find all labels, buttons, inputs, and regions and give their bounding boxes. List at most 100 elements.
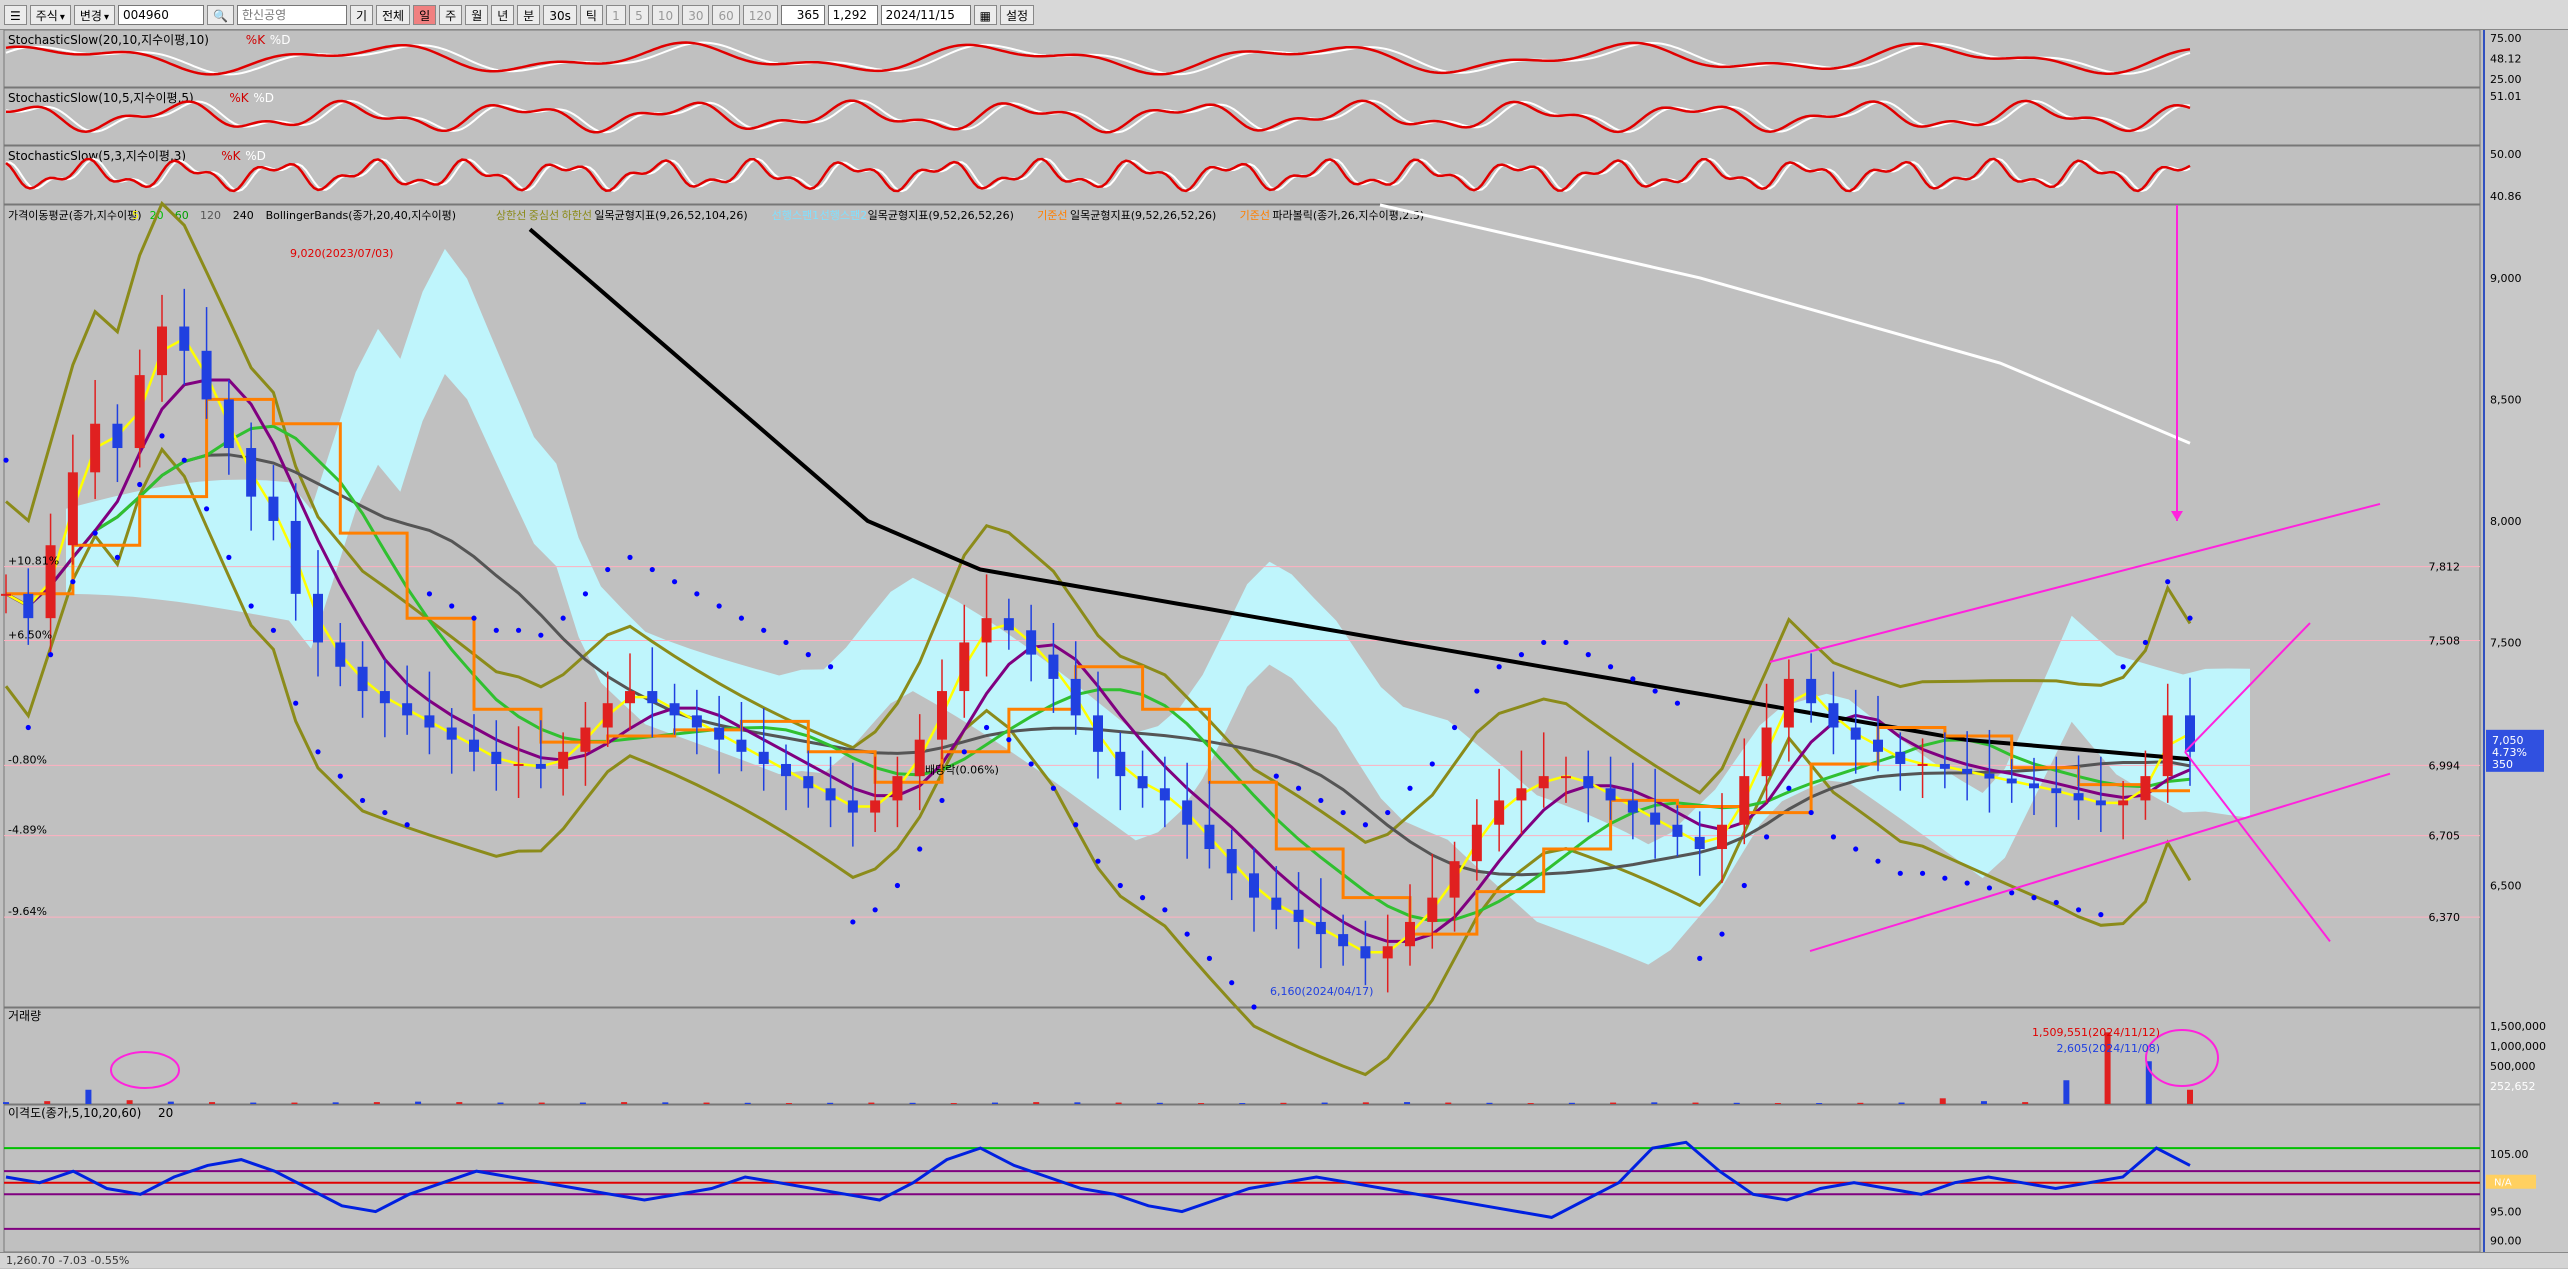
candle-body <box>1204 824 1215 850</box>
parabolic-sar-dot <box>92 530 98 536</box>
candle-body <box>937 691 947 740</box>
candle-body <box>1360 946 1371 959</box>
candle-body <box>1650 812 1661 825</box>
parabolic-sar-dot <box>560 615 566 621</box>
candle-body <box>1271 897 1282 910</box>
parabolic-sar-dot <box>1830 834 1837 840</box>
volume-bar <box>1156 1102 1163 1104</box>
stoch1-right-label-2: 25.00 <box>2490 73 2522 86</box>
price-left-label-3: -4.89% <box>8 824 47 837</box>
candle-body <box>2029 783 2039 789</box>
candle-body <box>67 472 78 546</box>
stoch2-title: StochasticSlow(10,5,지수이평,5) <box>8 91 194 105</box>
parabolic-sar-dot <box>137 481 143 488</box>
stock-name-field: 한신공영 <box>236 4 347 25</box>
volume-bar <box>1321 1102 1328 1104</box>
parabolic-sar-dot <box>2120 664 2126 670</box>
candle-body <box>1605 788 1616 801</box>
volume-bar <box>827 1102 834 1104</box>
candle-body <box>491 751 502 764</box>
calendar-icon[interactable]: ▦ <box>973 4 998 25</box>
candle-body <box>647 691 658 704</box>
candle-body <box>870 800 881 813</box>
price-axis-label-1: 8,500 <box>2490 393 2522 406</box>
ratio-input[interactable]: 1,292 <box>827 4 878 25</box>
period-button-minute[interactable]: 분 <box>517 4 541 25</box>
parabolic-sar-dot <box>1206 955 1213 961</box>
search-icon[interactable]: 🔍 <box>207 4 234 25</box>
parabolic-sar-dot <box>1340 809 1346 816</box>
parabolic-sar-dot <box>1942 875 1948 881</box>
candle-body <box>691 715 702 728</box>
candle-body <box>1293 909 1304 922</box>
parabolic-sar-dot <box>1229 980 1235 986</box>
parabolic-sar-dot <box>1808 809 1814 816</box>
candle-body <box>90 423 101 473</box>
candle-body <box>1494 800 1505 825</box>
price-left-label-0: +10.81% <box>8 555 59 568</box>
period-button-all[interactable]: 전체 <box>376 4 411 25</box>
stoch1-d-label: %D <box>270 33 291 47</box>
volume-bar <box>2022 1102 2029 1104</box>
chart-canvas[interactable]: StochasticSlow(20,10,지수이평,10) %K %D 75.00 48… <box>0 30 2568 1252</box>
price-legend-13: 일목균형지표(9,52,26,52,26) <box>868 208 1014 222</box>
volume-bar <box>1651 1102 1658 1104</box>
candle-body <box>1405 921 1415 947</box>
parabolic-sar-dot <box>2098 912 2104 918</box>
mode-select[interactable]: 변경 ▾ <box>73 4 116 25</box>
period-button-week[interactable]: 주 <box>439 4 463 25</box>
candle-body <box>469 739 479 752</box>
volume-bar <box>621 1102 628 1104</box>
candle-body <box>1828 703 1839 728</box>
candle-body <box>2073 793 2084 801</box>
parabolic-sar-dot <box>159 433 165 439</box>
volume-bar <box>1404 1102 1411 1104</box>
parabolic-sar-dot <box>47 652 54 658</box>
stock-code-input[interactable]: 004960 <box>118 4 205 25</box>
parabolic-sar-dot <box>359 797 366 804</box>
candle-body <box>357 666 368 692</box>
candle-body <box>1984 773 1995 779</box>
period-button-30s[interactable]: 30s <box>543 4 577 25</box>
candle-body <box>1739 776 1750 825</box>
minute-option-30[interactable]: 30 <box>682 4 710 25</box>
minute-option-10[interactable]: 10 <box>651 4 680 25</box>
period-button-day[interactable]: 일 <box>413 4 437 25</box>
stoch2-d-label: %D <box>253 91 274 105</box>
parabolic-sar-dot <box>426 591 433 597</box>
period-button-gi[interactable]: 기 <box>349 4 374 25</box>
date-input[interactable]: 2024/11/15 <box>880 4 971 25</box>
menu-button[interactable]: ☰ <box>4 4 27 25</box>
parabolic-sar-dot <box>1028 761 1034 767</box>
parabolic-sar-dot <box>627 554 633 560</box>
volume-bar <box>1939 1098 1946 1104</box>
candle-body <box>179 326 190 351</box>
minute-option-1[interactable]: 1 <box>605 4 626 25</box>
parabolic-sar-dot <box>1541 639 1547 646</box>
price-axis-label-9: 6,500 <box>2490 879 2522 892</box>
minute-option-60[interactable]: 60 <box>712 4 740 25</box>
volume-bar <box>703 1102 710 1104</box>
period-button-year[interactable]: 년 <box>491 4 515 25</box>
candle-body <box>669 703 680 716</box>
parabolic-sar-dot <box>850 919 856 925</box>
parabolic-sar-dot <box>783 639 789 646</box>
volume-bar <box>1239 1103 1246 1104</box>
parabolic-sar-dot <box>471 615 477 621</box>
volume-bar <box>1074 1102 1081 1104</box>
parabolic-sar-dot <box>1474 688 1480 694</box>
volume-bar <box>1980 1101 1987 1104</box>
price-legend-9: 하한선 <box>562 208 592 222</box>
parabolic-sar-dot <box>1897 870 1903 876</box>
annotation-low: 6,160(2024/04/17) <box>1270 985 1373 998</box>
candle-body <box>847 800 858 813</box>
count-input[interactable]: 365 <box>780 4 825 25</box>
parabolic-sar-dot <box>515 627 522 633</box>
minute-option-120[interactable]: 120 <box>742 4 778 25</box>
period-button-tick[interactable]: 틱 <box>579 4 603 25</box>
minute-option-5[interactable]: 5 <box>628 4 649 25</box>
settings-button[interactable]: 설정 <box>1000 4 1035 25</box>
parabolic-sar-dot <box>337 773 343 779</box>
market-select[interactable]: 주식 ▾ <box>29 4 71 25</box>
period-button-month[interactable]: 월 <box>465 4 489 25</box>
